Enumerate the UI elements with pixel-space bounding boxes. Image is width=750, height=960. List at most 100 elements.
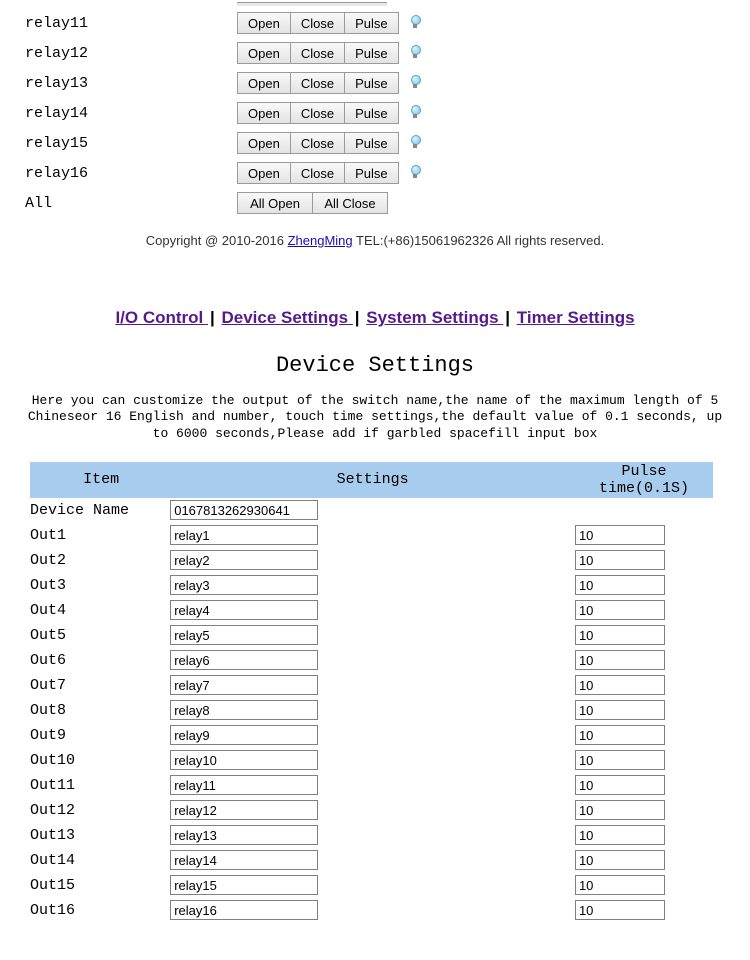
- out-pulse-input[interactable]: [575, 900, 665, 920]
- out-name-input[interactable]: [170, 675, 318, 695]
- table-row: Out10: [30, 748, 713, 773]
- out-pulse-input[interactable]: [575, 750, 665, 770]
- all-row: All All Open All Close: [0, 188, 750, 218]
- table-row: Out8: [30, 698, 713, 723]
- out-name-input[interactable]: [170, 750, 318, 770]
- relay-label: relay11: [25, 15, 237, 32]
- out-label: Out15: [30, 873, 170, 898]
- out-pulse-input[interactable]: [575, 625, 665, 645]
- all-open-button[interactable]: All Open: [237, 192, 313, 214]
- table-row: Out2: [30, 548, 713, 573]
- out-name-input[interactable]: [170, 625, 318, 645]
- out-pulse-input[interactable]: [575, 825, 665, 845]
- out-pulse-input[interactable]: [575, 575, 665, 595]
- page-title: Device Settings: [0, 353, 750, 378]
- header-settings: Settings: [170, 462, 575, 498]
- out-label: Out4: [30, 598, 170, 623]
- out-name-input[interactable]: [170, 825, 318, 845]
- out-label: Out1: [30, 523, 170, 548]
- out-name-input[interactable]: [170, 875, 318, 895]
- close-button[interactable]: Close: [290, 132, 345, 154]
- table-row: [0, 0, 750, 8]
- out-name-input[interactable]: [170, 775, 318, 795]
- out-name-input[interactable]: [170, 600, 318, 620]
- all-close-button[interactable]: All Close: [312, 192, 388, 214]
- pulse-button[interactable]: Pulse: [344, 102, 399, 124]
- table-row: Out12: [30, 798, 713, 823]
- out-pulse-input[interactable]: [575, 675, 665, 695]
- table-row: Out6: [30, 648, 713, 673]
- table-row: Out15: [30, 873, 713, 898]
- table-row: Out4: [30, 598, 713, 623]
- close-button[interactable]: Close: [290, 42, 345, 64]
- close-button[interactable]: Close: [290, 72, 345, 94]
- out-name-input[interactable]: [170, 575, 318, 595]
- out-name-input[interactable]: [170, 525, 318, 545]
- pulse-button[interactable]: Pulse: [344, 132, 399, 154]
- out-name-input[interactable]: [170, 850, 318, 870]
- out-pulse-input[interactable]: [575, 550, 665, 570]
- relay-label: relay13: [25, 75, 237, 92]
- out-name-input[interactable]: [170, 550, 318, 570]
- table-row: relay15OpenClosePulse: [0, 128, 750, 158]
- out-pulse-input[interactable]: [575, 875, 665, 895]
- bulb-icon: [409, 75, 421, 91]
- table-row: Out11: [30, 773, 713, 798]
- nav-timer-settings[interactable]: Timer Settings: [517, 308, 635, 327]
- out-label: Out8: [30, 698, 170, 723]
- out-pulse-input[interactable]: [575, 700, 665, 720]
- open-button[interactable]: Open: [237, 42, 291, 64]
- out-pulse-input[interactable]: [575, 775, 665, 795]
- nav-device-settings[interactable]: Device Settings: [221, 308, 352, 327]
- out-pulse-input[interactable]: [575, 525, 665, 545]
- open-button[interactable]: Open: [237, 102, 291, 124]
- copyright-link[interactable]: ZhengMing: [288, 233, 353, 248]
- out-label: Out2: [30, 548, 170, 573]
- relay-control-block: relay11OpenClosePulserelay12OpenClosePul…: [0, 0, 750, 218]
- device-name-input[interactable]: [170, 500, 318, 520]
- pulse-button[interactable]: Pulse: [344, 72, 399, 94]
- pulse-button[interactable]: Pulse: [344, 42, 399, 64]
- nav-links: I/O Control | Device Settings | System S…: [0, 308, 750, 328]
- out-label: Out7: [30, 673, 170, 698]
- nav-sep: |: [503, 308, 516, 327]
- table-row: Out16: [30, 898, 713, 923]
- out-name-input[interactable]: [170, 725, 318, 745]
- out-label: Out6: [30, 648, 170, 673]
- out-label: Out12: [30, 798, 170, 823]
- open-button[interactable]: Open: [237, 162, 291, 184]
- bulb-icon: [409, 165, 421, 181]
- out-pulse-input[interactable]: [575, 650, 665, 670]
- settings-table: Item Settings Pulse time(0.1S) Device Na…: [30, 462, 713, 923]
- relay-label: relay12: [25, 45, 237, 62]
- pulse-button[interactable]: Pulse: [344, 12, 399, 34]
- close-button[interactable]: Close: [290, 102, 345, 124]
- open-button[interactable]: Open: [237, 132, 291, 154]
- nav-system-settings[interactable]: System Settings: [366, 308, 503, 327]
- table-row: relay14OpenClosePulse: [0, 98, 750, 128]
- close-button[interactable]: Close: [290, 12, 345, 34]
- out-name-input[interactable]: [170, 800, 318, 820]
- page-description: Here you can customize the output of the…: [0, 393, 750, 442]
- out-name-input[interactable]: [170, 700, 318, 720]
- table-row: relay11OpenClosePulse: [0, 8, 750, 38]
- out-label: Out10: [30, 748, 170, 773]
- bulb-icon: [409, 45, 421, 61]
- out-pulse-input[interactable]: [575, 850, 665, 870]
- open-button[interactable]: Open: [237, 12, 291, 34]
- out-label: Out3: [30, 573, 170, 598]
- close-button[interactable]: Close: [290, 162, 345, 184]
- out-name-input[interactable]: [170, 900, 318, 920]
- out-name-input[interactable]: [170, 650, 318, 670]
- bulb-icon: [409, 15, 421, 31]
- pulse-button[interactable]: Pulse: [344, 162, 399, 184]
- device-name-label: Device Name: [30, 498, 170, 523]
- nav-io-control[interactable]: I/O Control: [115, 308, 208, 327]
- out-pulse-input[interactable]: [575, 600, 665, 620]
- open-button[interactable]: Open: [237, 72, 291, 94]
- out-pulse-input[interactable]: [575, 800, 665, 820]
- all-label: All: [25, 195, 237, 212]
- relay-label: relay14: [25, 105, 237, 122]
- out-label: Out13: [30, 823, 170, 848]
- out-pulse-input[interactable]: [575, 725, 665, 745]
